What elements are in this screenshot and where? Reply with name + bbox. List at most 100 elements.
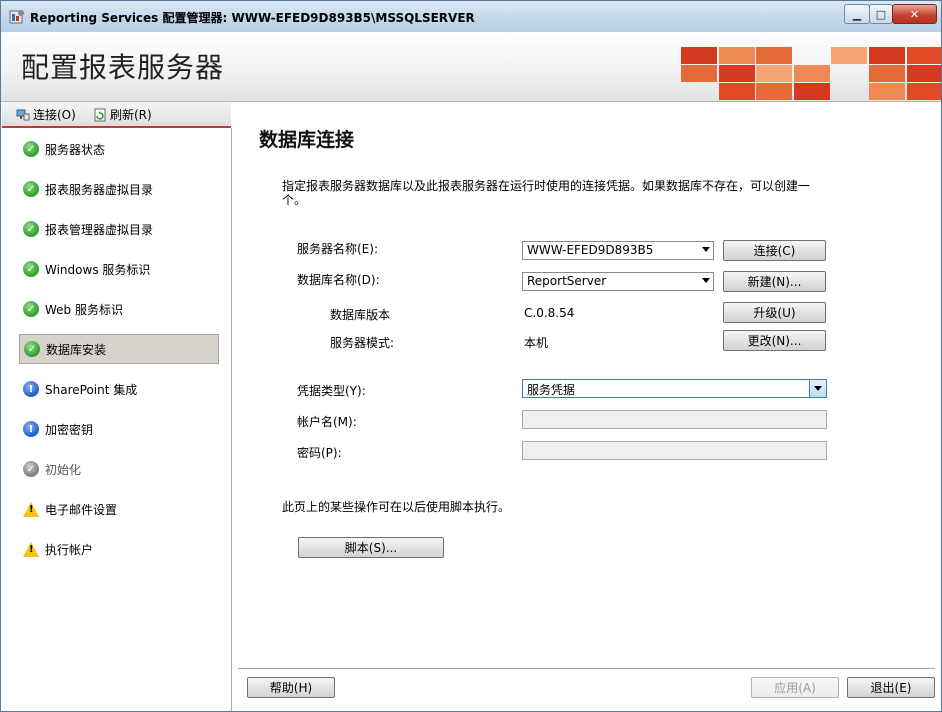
- close-icon: ✕: [909, 7, 920, 21]
- sidebar-item[interactable]: ✓ 报表管理器虚拟目录: [19, 214, 219, 244]
- banner-tile: [756, 83, 792, 100]
- database-name-label: 数据库名称(D):: [297, 273, 380, 287]
- sidebar-item-label: 数据库安装: [46, 342, 107, 357]
- check-icon: ✓: [23, 301, 39, 317]
- main-panel: 数据库连接 指定报表服务器数据库以及此报表服务器在运行时使用的连接凭据。如果数据…: [232, 102, 941, 711]
- banner: 配置报表服务器: [1, 32, 941, 102]
- sidebar-item[interactable]: ✓ Web 服务标识: [19, 294, 219, 324]
- banner-tile: [869, 65, 905, 82]
- minimize-icon: ▁: [852, 7, 862, 21]
- sidebar-item[interactable]: 电子邮件设置: [19, 494, 219, 524]
- sidebar-item[interactable]: ✓ 初始化: [19, 454, 219, 484]
- script-note: 此页上的某些操作可在以后使用脚本执行。: [282, 500, 511, 514]
- check-icon: ✓: [23, 221, 39, 237]
- upgrade-button[interactable]: 升级(U): [723, 302, 826, 323]
- banner-title: 配置报表服务器: [21, 51, 225, 84]
- db-version-label: 数据库版本: [330, 308, 391, 322]
- change-mode-button[interactable]: 更改(N)...: [723, 330, 826, 351]
- chevron-down-icon: [702, 247, 710, 252]
- page-title: 数据库连接: [259, 129, 355, 151]
- banner-tile: [719, 65, 755, 82]
- banner-tile: [869, 47, 905, 64]
- banner-tile: [756, 65, 792, 82]
- sidebar-item-label: Web 服务标识: [45, 302, 123, 317]
- database-name-value: ReportServer: [527, 274, 607, 288]
- banner-tile: [831, 47, 867, 64]
- banner-tile: [907, 47, 941, 64]
- script-button[interactable]: 脚本(S)...: [298, 537, 444, 558]
- sidebar-item[interactable]: ! 加密密钥: [19, 414, 219, 444]
- sidebar-item[interactable]: ✓ Windows 服务标识: [19, 254, 219, 284]
- server-name-combo[interactable]: WWW-EFED9D893B5: [522, 241, 714, 260]
- connect-button[interactable]: 连接(C): [723, 240, 826, 261]
- banner-tile: [756, 47, 792, 64]
- toolbar: 连接(O) 刷新(R): [2, 102, 231, 128]
- banner-tile: [719, 83, 755, 100]
- account-field[interactable]: [522, 410, 827, 429]
- database-name-combo[interactable]: ReportServer: [522, 272, 714, 291]
- sidebar-item-label: 执行帐户: [45, 542, 94, 557]
- sidebar-item-label: Windows 服务标识: [45, 262, 151, 277]
- new-database-button[interactable]: 新建(N)...: [723, 271, 826, 292]
- banner-tile: [907, 83, 941, 100]
- info-icon: !: [23, 381, 39, 397]
- refresh-toolbar-button[interactable]: 刷新(R): [93, 106, 152, 123]
- exit-button[interactable]: 退出(E): [847, 677, 935, 698]
- maximize-icon: □: [875, 7, 887, 21]
- connect-icon: [16, 109, 30, 120]
- maximize-button[interactable]: □: [869, 4, 893, 24]
- sidebar-item-label: 报表服务器虚拟目录: [45, 182, 154, 197]
- check-icon: ✓: [23, 261, 39, 277]
- chevron-down-icon: [702, 278, 710, 283]
- refresh-toolbar-label: 刷新(R): [110, 108, 152, 122]
- banner-tile: [794, 83, 830, 100]
- password-field[interactable]: [522, 441, 827, 460]
- sidebar-item-label: 初始化: [45, 462, 82, 477]
- password-label: 密码(P):: [297, 446, 342, 460]
- account-label: 帐户名(M):: [297, 415, 357, 429]
- close-button[interactable]: ✕: [892, 4, 937, 24]
- title-bar[interactable]: Reporting Services 配置管理器: WWW-EFED9D893B…: [1, 1, 941, 33]
- sidebar-item[interactable]: ! SharePoint 集成: [19, 374, 219, 404]
- connect-toolbar-button[interactable]: 连接(O): [16, 106, 76, 123]
- minimize-button[interactable]: ▁: [844, 4, 870, 24]
- sidebar-item-label: SharePoint 集成: [45, 382, 138, 397]
- sidebar-item-label: 服务器状态: [45, 142, 106, 157]
- banner-tile: [907, 65, 941, 82]
- check-icon: ✓: [23, 181, 39, 197]
- server-name-value: WWW-EFED9D893B5: [527, 243, 654, 257]
- banner-tile: [794, 65, 830, 82]
- warning-icon: [23, 501, 39, 517]
- sidebar-item[interactable]: 执行帐户: [19, 534, 219, 564]
- sidebar-item[interactable]: ✓ 服务器状态: [19, 134, 219, 164]
- connect-toolbar-label: 连接(O): [33, 108, 76, 122]
- sidebar-item[interactable]: ✓ 报表服务器虚拟目录: [19, 174, 219, 204]
- banner-tile: [681, 65, 717, 82]
- db-version-value: C.0.8.54: [524, 306, 575, 320]
- server-mode-value: 本机: [524, 336, 549, 350]
- chevron-down-icon: [809, 380, 826, 397]
- banner-tile: [869, 83, 905, 100]
- banner-tile: [681, 47, 717, 64]
- check-icon: ✓: [24, 341, 40, 357]
- disabled-check-icon: ✓: [23, 461, 39, 477]
- help-button[interactable]: 帮助(H): [247, 677, 335, 698]
- warning-icon: [23, 541, 39, 557]
- banner-tile: [719, 47, 755, 64]
- window-title: Reporting Services 配置管理器: WWW-EFED9D893B…: [30, 11, 475, 25]
- apply-button[interactable]: 应用(A): [751, 677, 839, 698]
- sidebar-item-label: 报表管理器虚拟目录: [45, 222, 154, 237]
- server-name-label: 服务器名称(E):: [297, 242, 378, 256]
- app-icon: [9, 10, 24, 24]
- sidebar-item-label: 电子邮件设置: [45, 502, 118, 517]
- credential-type-combo[interactable]: 服务凭据: [522, 379, 827, 398]
- app-window: Reporting Services 配置管理器: WWW-EFED9D893B…: [0, 0, 942, 712]
- server-mode-label: 服务器模式:: [330, 336, 395, 350]
- info-icon: !: [23, 421, 39, 437]
- sidebar-item-label: 加密密钥: [45, 422, 94, 437]
- sidebar-item[interactable]: ✓ 数据库安装: [19, 334, 219, 364]
- divider: [238, 668, 935, 669]
- credential-type-value: 服务凭据: [527, 383, 576, 397]
- credential-type-label: 凭据类型(Y):: [297, 384, 366, 398]
- check-icon: ✓: [23, 141, 39, 157]
